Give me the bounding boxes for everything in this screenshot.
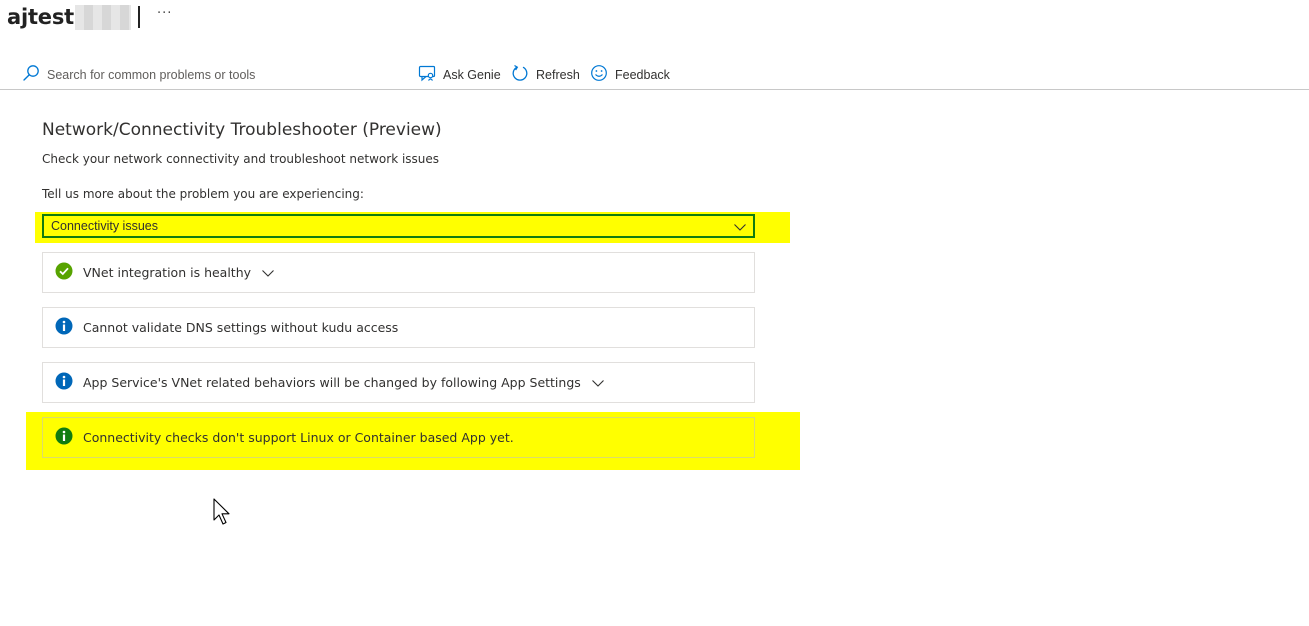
result-text: VNet integration is healthy [83,265,252,280]
result-card-linux-container: Connectivity checks don't support Linux … [42,417,755,458]
page-title: Network/Connectivity Troubleshooter (Pre… [42,120,442,140]
title-row: ajtest [7,2,140,32]
refresh-icon [511,64,529,85]
result-text: App Service's VNet related behaviors wil… [83,375,581,390]
success-check-icon [55,262,73,284]
app-title: ajtest [7,5,74,29]
result-text: Cannot validate DNS settings without kud… [83,320,399,335]
result-card-vnet-integration: VNet integration is healthy [42,252,755,293]
smiley-icon [590,64,608,85]
redacted-name [75,4,131,30]
dropdown-selected-value: Connectivity issues [51,219,158,233]
info-icon [55,317,73,339]
search-icon [22,64,40,86]
result-card-app-settings: App Service's VNet related behaviors wil… [42,362,755,403]
toolbar: Ask Genie Refresh Feedback [0,58,1309,90]
ask-genie-label: Ask Genie [443,67,501,82]
search-box[interactable] [22,64,367,86]
problem-prompt-label: Tell us more about the problem you are e… [42,187,364,201]
mouse-cursor-icon [213,498,233,530]
more-options-button[interactable]: ··· [157,6,172,21]
page-subtitle: Check your network connectivity and trou… [42,152,440,166]
refresh-label: Refresh [536,67,580,82]
feedback-button[interactable]: Feedback [590,64,670,85]
problem-type-dropdown[interactable]: Connectivity issues [42,214,755,238]
search-input[interactable] [47,68,367,82]
ask-genie-icon [418,64,436,85]
expand-chevron-icon[interactable] [591,376,605,390]
info-icon [55,372,73,394]
result-card-dns-settings: Cannot validate DNS settings without kud… [42,307,755,348]
info-icon [55,427,73,449]
feedback-label: Feedback [615,67,670,82]
refresh-button[interactable]: Refresh [511,64,580,85]
chevron-down-icon [733,219,747,238]
title-separator [138,6,140,28]
expand-chevron-icon[interactable] [261,266,275,280]
ask-genie-button[interactable]: Ask Genie [418,64,501,85]
result-text: Connectivity checks don't support Linux … [83,430,514,445]
